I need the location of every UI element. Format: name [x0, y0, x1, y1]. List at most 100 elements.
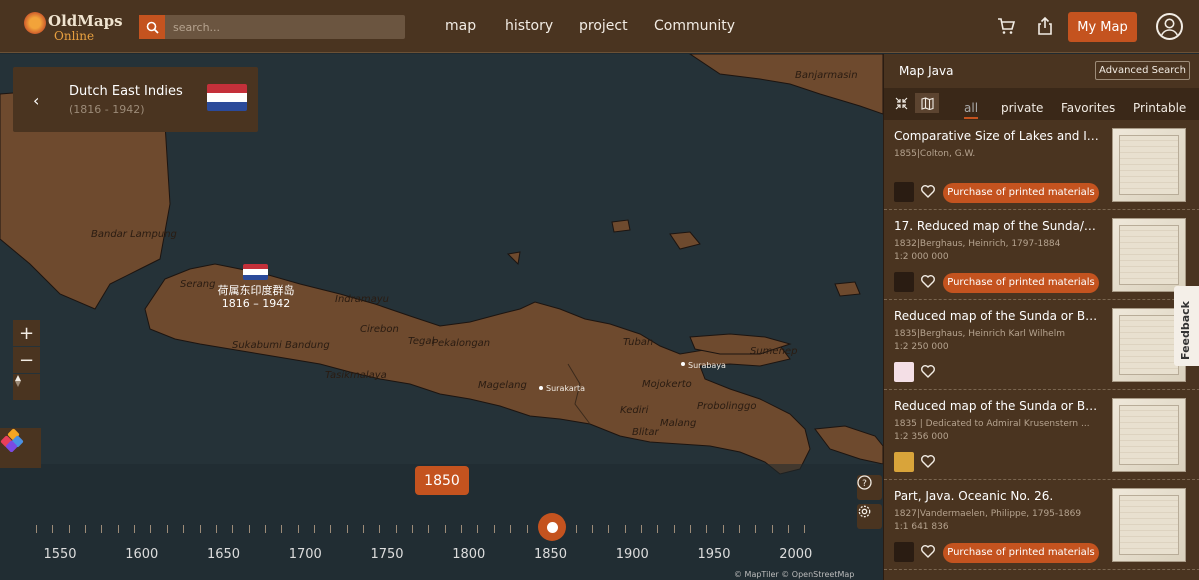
map-meta: 1832|Berghaus, Heinrich, 1797-1884: [894, 239, 1061, 249]
heart-icon[interactable]: [920, 543, 936, 559]
map-view-button[interactable]: [915, 93, 939, 113]
timeline-tick: [788, 525, 790, 533]
purchase-button[interactable]: Purchase of printed materials: [943, 543, 1099, 563]
user-icon: [1160, 18, 1179, 38]
timeline-tick: [444, 525, 446, 533]
map-background: [0, 54, 883, 580]
netherlands-flag-icon[interactable]: [243, 264, 268, 280]
back-chevron-icon[interactable]: ‹: [33, 91, 39, 110]
nav-project[interactable]: project: [579, 18, 628, 34]
heart-icon[interactable]: [920, 363, 936, 379]
city-dot: [539, 386, 543, 390]
user-avatar[interactable]: [1156, 13, 1183, 40]
map-title[interactable]: Comparative Size of Lakes and Isla...: [894, 129, 1099, 143]
place-label: Bandung: [285, 340, 330, 351]
purchase-button[interactable]: Purchase of printed materials: [943, 183, 1099, 203]
advanced-search-button[interactable]: Advanced Search: [1095, 61, 1190, 80]
map-title[interactable]: Reduced map of the Sunda or Bor...: [894, 399, 1099, 413]
map-title[interactable]: 17. Reduced map of the Sunda/or ...: [894, 219, 1099, 233]
heart-icon[interactable]: [920, 453, 936, 469]
list-item[interactable]: Reduced map of the Sunda or Bor... 1835|…: [884, 300, 1199, 390]
place-label: Tegal: [408, 336, 435, 347]
list-item[interactable]: Part, Java. Oceanic No. 26. 1827|Vanderm…: [884, 480, 1199, 570]
timeline-year-label[interactable]: 1600: [125, 547, 158, 562]
map-canvas[interactable]: Banjarmasin Bandar Lampung Serang Indram…: [0, 54, 883, 580]
map-thumbnail[interactable]: [1112, 128, 1186, 202]
list-item[interactable]: 17. Reduced map of the Sunda/or ... 1832…: [884, 210, 1199, 300]
tab-favorites[interactable]: Favorites: [1061, 101, 1115, 115]
timeline-year-label[interactable]: 1550: [43, 547, 76, 562]
timeline-year-label[interactable]: 1850: [534, 547, 567, 562]
current-year-bubble: 1850: [415, 466, 469, 495]
timeline-tick: [804, 525, 806, 533]
nav-community[interactable]: Community: [654, 18, 735, 34]
place-label: Banjarmasin: [795, 70, 858, 81]
timeline-tick: [755, 525, 757, 533]
oldmaps-logo[interactable]: OldMaps Online: [24, 10, 123, 43]
timeline-tick: [690, 525, 691, 533]
timeline-tick: [346, 525, 348, 533]
list-item[interactable]: Reduced map of the Sunda or Bor... 1835 …: [884, 390, 1199, 480]
search-box: [139, 15, 405, 39]
collapse-view-button[interactable]: [889, 93, 913, 113]
timeline-year-label[interactable]: 1700: [289, 547, 322, 562]
logo-subtext: Online: [54, 29, 95, 43]
timeline-tick: [477, 525, 479, 533]
timeline-slider-handle[interactable]: [538, 513, 566, 541]
share-button[interactable]: [1034, 15, 1056, 37]
map-credits[interactable]: © MapTiler © OpenStreetMap: [734, 570, 854, 579]
compass-button[interactable]: [13, 374, 40, 400]
map-title[interactable]: Reduced map of the Sunda or Bor...: [894, 309, 1099, 323]
map-title[interactable]: Part, Java. Oceanic No. 26.: [894, 489, 1099, 503]
heart-icon[interactable]: [920, 183, 936, 199]
timeline-tick: [591, 525, 593, 533]
feedback-tab[interactable]: Feedback: [1174, 286, 1199, 366]
city-label: Surakarta: [546, 384, 586, 393]
map-thumbnail[interactable]: [1112, 218, 1186, 292]
cart-button[interactable]: [995, 15, 1017, 37]
nav-map[interactable]: map: [445, 18, 476, 34]
purchase-button[interactable]: Purchase of printed materials: [943, 273, 1099, 293]
tab-all[interactable]: all: [964, 101, 979, 119]
timeline-tick: [215, 525, 217, 533]
timeline-year-label[interactable]: 2000: [779, 547, 812, 562]
timeline-tick: [232, 525, 234, 533]
timeline-year-label[interactable]: 1900: [616, 547, 649, 562]
source-logo-icon: [894, 182, 914, 202]
source-logo-icon: [894, 272, 914, 292]
list-item[interactable]: Comparative Size of Lakes and Isla... 18…: [884, 120, 1199, 210]
app-launcher-button[interactable]: [0, 428, 41, 468]
zoom-in-button[interactable]: +: [13, 320, 40, 346]
nav-history[interactable]: history: [505, 18, 553, 34]
timeline-tick: [526, 525, 528, 533]
map-thumbnail[interactable]: [1112, 398, 1186, 472]
place-label: Tasikmalaya: [325, 370, 387, 381]
settings-button[interactable]: [857, 504, 882, 529]
timeline-tick: [134, 525, 136, 533]
timeline-tick: [297, 525, 299, 533]
timeline-year-label[interactable]: 1650: [207, 547, 240, 562]
timeline-year-label[interactable]: 1800: [452, 547, 485, 562]
place-label: Tuban: [623, 337, 654, 348]
help-button[interactable]: ?: [857, 475, 882, 500]
map-country-years: 1816 – 1942: [221, 297, 291, 310]
source-logo-icon: [894, 362, 914, 382]
map-scale: 1:2 250 000: [894, 342, 949, 352]
place-label: Cirebon: [360, 324, 399, 335]
my-map-button[interactable]: My Map: [1068, 12, 1137, 42]
heart-icon[interactable]: [920, 273, 936, 289]
tab-private[interactable]: private: [1001, 101, 1043, 115]
help-icon: ?: [857, 475, 872, 490]
map-country-name: 荷属东印度群岛: [217, 284, 295, 297]
timeline-year-label[interactable]: 1950: [697, 547, 730, 562]
zoom-out-button[interactable]: −: [13, 347, 40, 373]
search-input[interactable]: [165, 15, 405, 39]
tab-printable[interactable]: Printable: [1133, 101, 1186, 115]
timeline-tick: [739, 525, 741, 533]
timeline-year-label[interactable]: 1750: [370, 547, 403, 562]
place-label: Blitar: [632, 427, 659, 438]
map-scale: 1:1 641 836: [894, 522, 949, 532]
timeline-tick: [281, 525, 283, 533]
map-thumbnail[interactable]: [1112, 488, 1186, 562]
search-button[interactable]: [139, 15, 165, 39]
